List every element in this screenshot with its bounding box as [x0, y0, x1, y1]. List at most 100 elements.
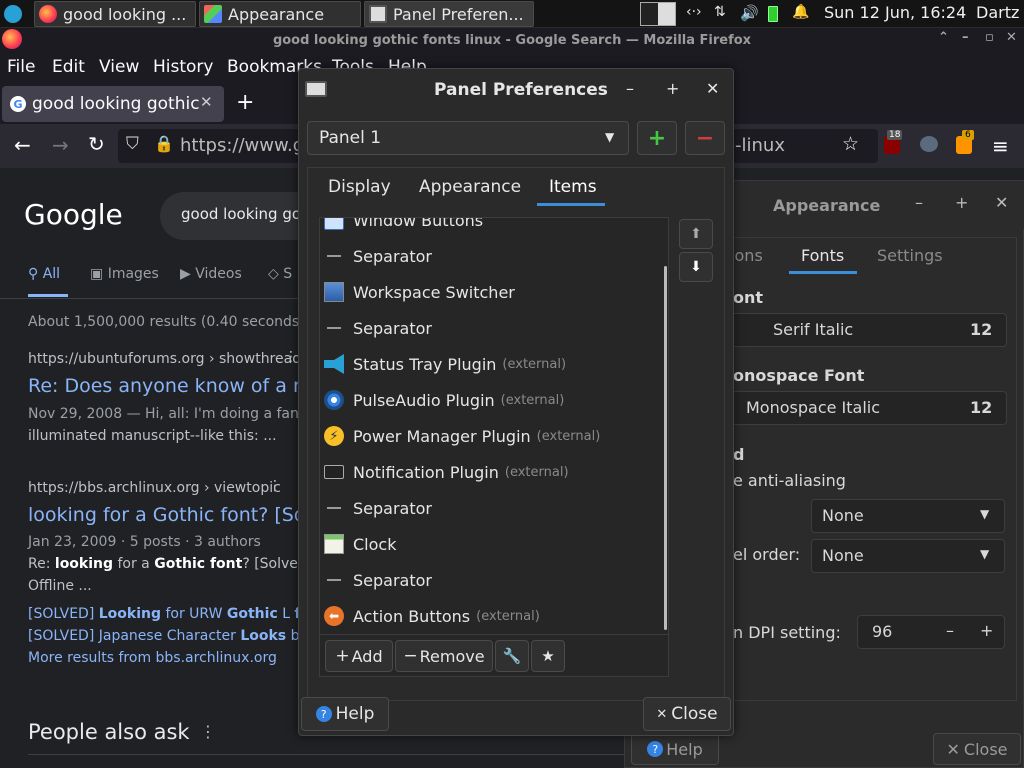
minimize-icon[interactable]: –: [626, 79, 634, 98]
panel-select[interactable]: Panel 1 ▼: [307, 121, 629, 155]
more-results-link[interactable]: More results from bbs.archlinux.org: [28, 650, 277, 666]
menu-view[interactable]: View: [99, 57, 139, 77]
list-scrollbar[interactable]: [664, 266, 667, 630]
appearance-close-button[interactable]: ✕ Close: [933, 733, 1021, 765]
list-item[interactable]: Workspace Switcher: [320, 274, 666, 310]
minus-icon: −: [403, 646, 418, 666]
extension-mask-icon[interactable]: [920, 136, 938, 152]
list-item[interactable]: Status Tray Plugin (external): [320, 346, 666, 382]
maximize-icon[interactable]: +: [666, 79, 679, 98]
default-font-button[interactable]: Serif Italic 12: [725, 313, 1007, 347]
new-tab-icon[interactable]: +: [236, 90, 254, 115]
custom-dpi-label[interactable]: n DPI setting:: [733, 623, 841, 642]
bookmark-star-icon[interactable]: ☆: [842, 133, 859, 155]
result-cite[interactable]: https://bbs.archlinux.org › viewtopic: [28, 480, 281, 496]
result-more-icon[interactable]: ⋮: [268, 478, 282, 494]
anti-aliasing-label[interactable]: e anti-aliasing: [733, 471, 846, 490]
menu-edit[interactable]: Edit: [52, 57, 85, 77]
remove-item-button[interactable]: − Remove: [395, 640, 493, 672]
list-item[interactable]: ⚡ Power Manager Plugin (external): [320, 418, 666, 454]
maximize-icon[interactable]: ▫: [985, 30, 994, 45]
paa-more-icon[interactable]: ⋮: [200, 722, 216, 741]
clock[interactable]: Sun 12 Jun, 16:24: [824, 3, 966, 22]
google-logo[interactable]: Google: [24, 198, 123, 231]
menu-history[interactable]: History: [153, 57, 213, 77]
add-panel-button[interactable]: +: [637, 121, 677, 155]
appearance-help-button[interactable]: ? Help: [631, 733, 719, 765]
list-item[interactable]: Notification Plugin (external): [320, 454, 666, 490]
back-icon[interactable]: ←: [14, 133, 31, 157]
tab-settings[interactable]: Settings: [877, 246, 943, 265]
shade-icon[interactable]: –: [962, 30, 969, 45]
firefox-titlebar: good looking gothic fonts linux - Google…: [0, 28, 1024, 52]
task-panel-preferences[interactable]: Panel Preferen...: [364, 1, 534, 27]
search-tab-all[interactable]: ⚲ All: [28, 266, 60, 282]
task-appearance[interactable]: Appearance: [199, 1, 361, 27]
increment-icon[interactable]: +: [980, 621, 993, 640]
result-more-icon[interactable]: ⋮: [284, 349, 298, 365]
tab-display[interactable]: Display: [328, 177, 391, 197]
help-button[interactable]: ? Help: [301, 697, 389, 731]
monospace-font-button[interactable]: Monospace Italic 12: [725, 391, 1007, 425]
result-title[interactable]: looking for a Gothic font? [Solv: [28, 504, 322, 526]
close-icon[interactable]: ✕: [1006, 30, 1017, 45]
decrement-icon[interactable]: –: [946, 621, 954, 640]
transfer-icon[interactable]: ⇅: [714, 4, 726, 20]
task-firefox[interactable]: good looking ...: [34, 1, 196, 27]
separator-icon: [324, 318, 344, 338]
hinting-select[interactable]: None ▼: [811, 499, 1005, 533]
panel-items-list[interactable]: Window Buttons Separator Workspace Switc…: [319, 217, 669, 635]
list-item[interactable]: Separator: [320, 490, 666, 526]
tab-fonts[interactable]: Fonts: [801, 246, 844, 265]
workspace-switcher[interactable]: [640, 2, 676, 26]
user-name[interactable]: Dartz: [976, 3, 1019, 22]
battery-icon[interactable]: [768, 6, 778, 22]
reload-icon[interactable]: ↻: [88, 132, 105, 156]
list-item[interactable]: Separator: [320, 310, 666, 346]
close-icon[interactable]: ✕: [995, 193, 1008, 212]
volume-icon[interactable]: 🔊: [740, 4, 759, 22]
notification-bell-icon[interactable]: 🔔: [792, 4, 809, 20]
move-up-button[interactable]: ⬆: [679, 219, 713, 249]
search-tab-videos[interactable]: ▶ Videos: [180, 266, 242, 282]
minimize-icon[interactable]: ⌃: [938, 30, 949, 45]
hamburger-menu-icon[interactable]: ≡: [992, 134, 1009, 158]
list-item[interactable]: ⬅ Action Buttons (external): [320, 598, 666, 634]
item-about-button[interactable]: ★: [531, 640, 565, 672]
close-icon[interactable]: ✕: [706, 79, 719, 98]
google-favicon-icon: G: [10, 96, 26, 112]
forward-icon[interactable]: →: [52, 133, 69, 157]
menu-file[interactable]: File: [7, 57, 35, 77]
dpi-spinner[interactable]: 96 – +: [857, 615, 1005, 649]
dialog-title: Panel Preferences: [434, 80, 608, 100]
tab-google-search[interactable]: G good looking gothic ✕: [2, 86, 224, 122]
list-item[interactable]: Separator: [320, 562, 666, 598]
network-icon[interactable]: ‹·›: [686, 4, 702, 20]
maximize-icon[interactable]: +: [955, 193, 968, 212]
move-down-button[interactable]: ⬇: [679, 252, 713, 282]
close-button[interactable]: ✕ Close: [643, 697, 731, 731]
tab-close-icon[interactable]: ✕: [200, 93, 213, 111]
sitelink[interactable]: [SOLVED] Japanese Character Looks bad: [28, 628, 317, 644]
tab-appearance[interactable]: Appearance: [419, 177, 521, 197]
list-item[interactable]: Separator: [320, 238, 666, 274]
search-tab-shopping[interactable]: ◇ S: [268, 266, 292, 282]
minimize-icon[interactable]: –: [915, 193, 923, 212]
shield-icon[interactable]: ⛉: [126, 134, 139, 154]
result-title[interactable]: Re: Does anyone know of a nic: [28, 375, 321, 397]
subpixel-order-select[interactable]: None ▼: [811, 539, 1005, 573]
rendering-label: d: [733, 445, 745, 464]
lock-icon[interactable]: 🔒: [154, 134, 174, 153]
sitelink[interactable]: [SOLVED] Looking for URW Gothic L font: [28, 606, 327, 622]
list-item[interactable]: Clock: [320, 526, 666, 562]
list-item[interactable]: PulseAudio Plugin (external): [320, 382, 666, 418]
search-tab-images[interactable]: ▣ Images: [90, 266, 159, 282]
add-item-button[interactable]: + Add: [325, 640, 393, 672]
result-cite[interactable]: https://ubuntuforums.org › showthread: [28, 351, 301, 367]
list-item[interactable]: Window Buttons: [320, 218, 666, 238]
chevron-down-icon: ▼: [980, 547, 990, 561]
remove-panel-button[interactable]: −: [685, 121, 725, 155]
item-properties-button[interactable]: 🔧: [495, 640, 529, 672]
tab-items[interactable]: Items: [549, 177, 597, 197]
whisker-menu-icon[interactable]: [4, 5, 22, 23]
